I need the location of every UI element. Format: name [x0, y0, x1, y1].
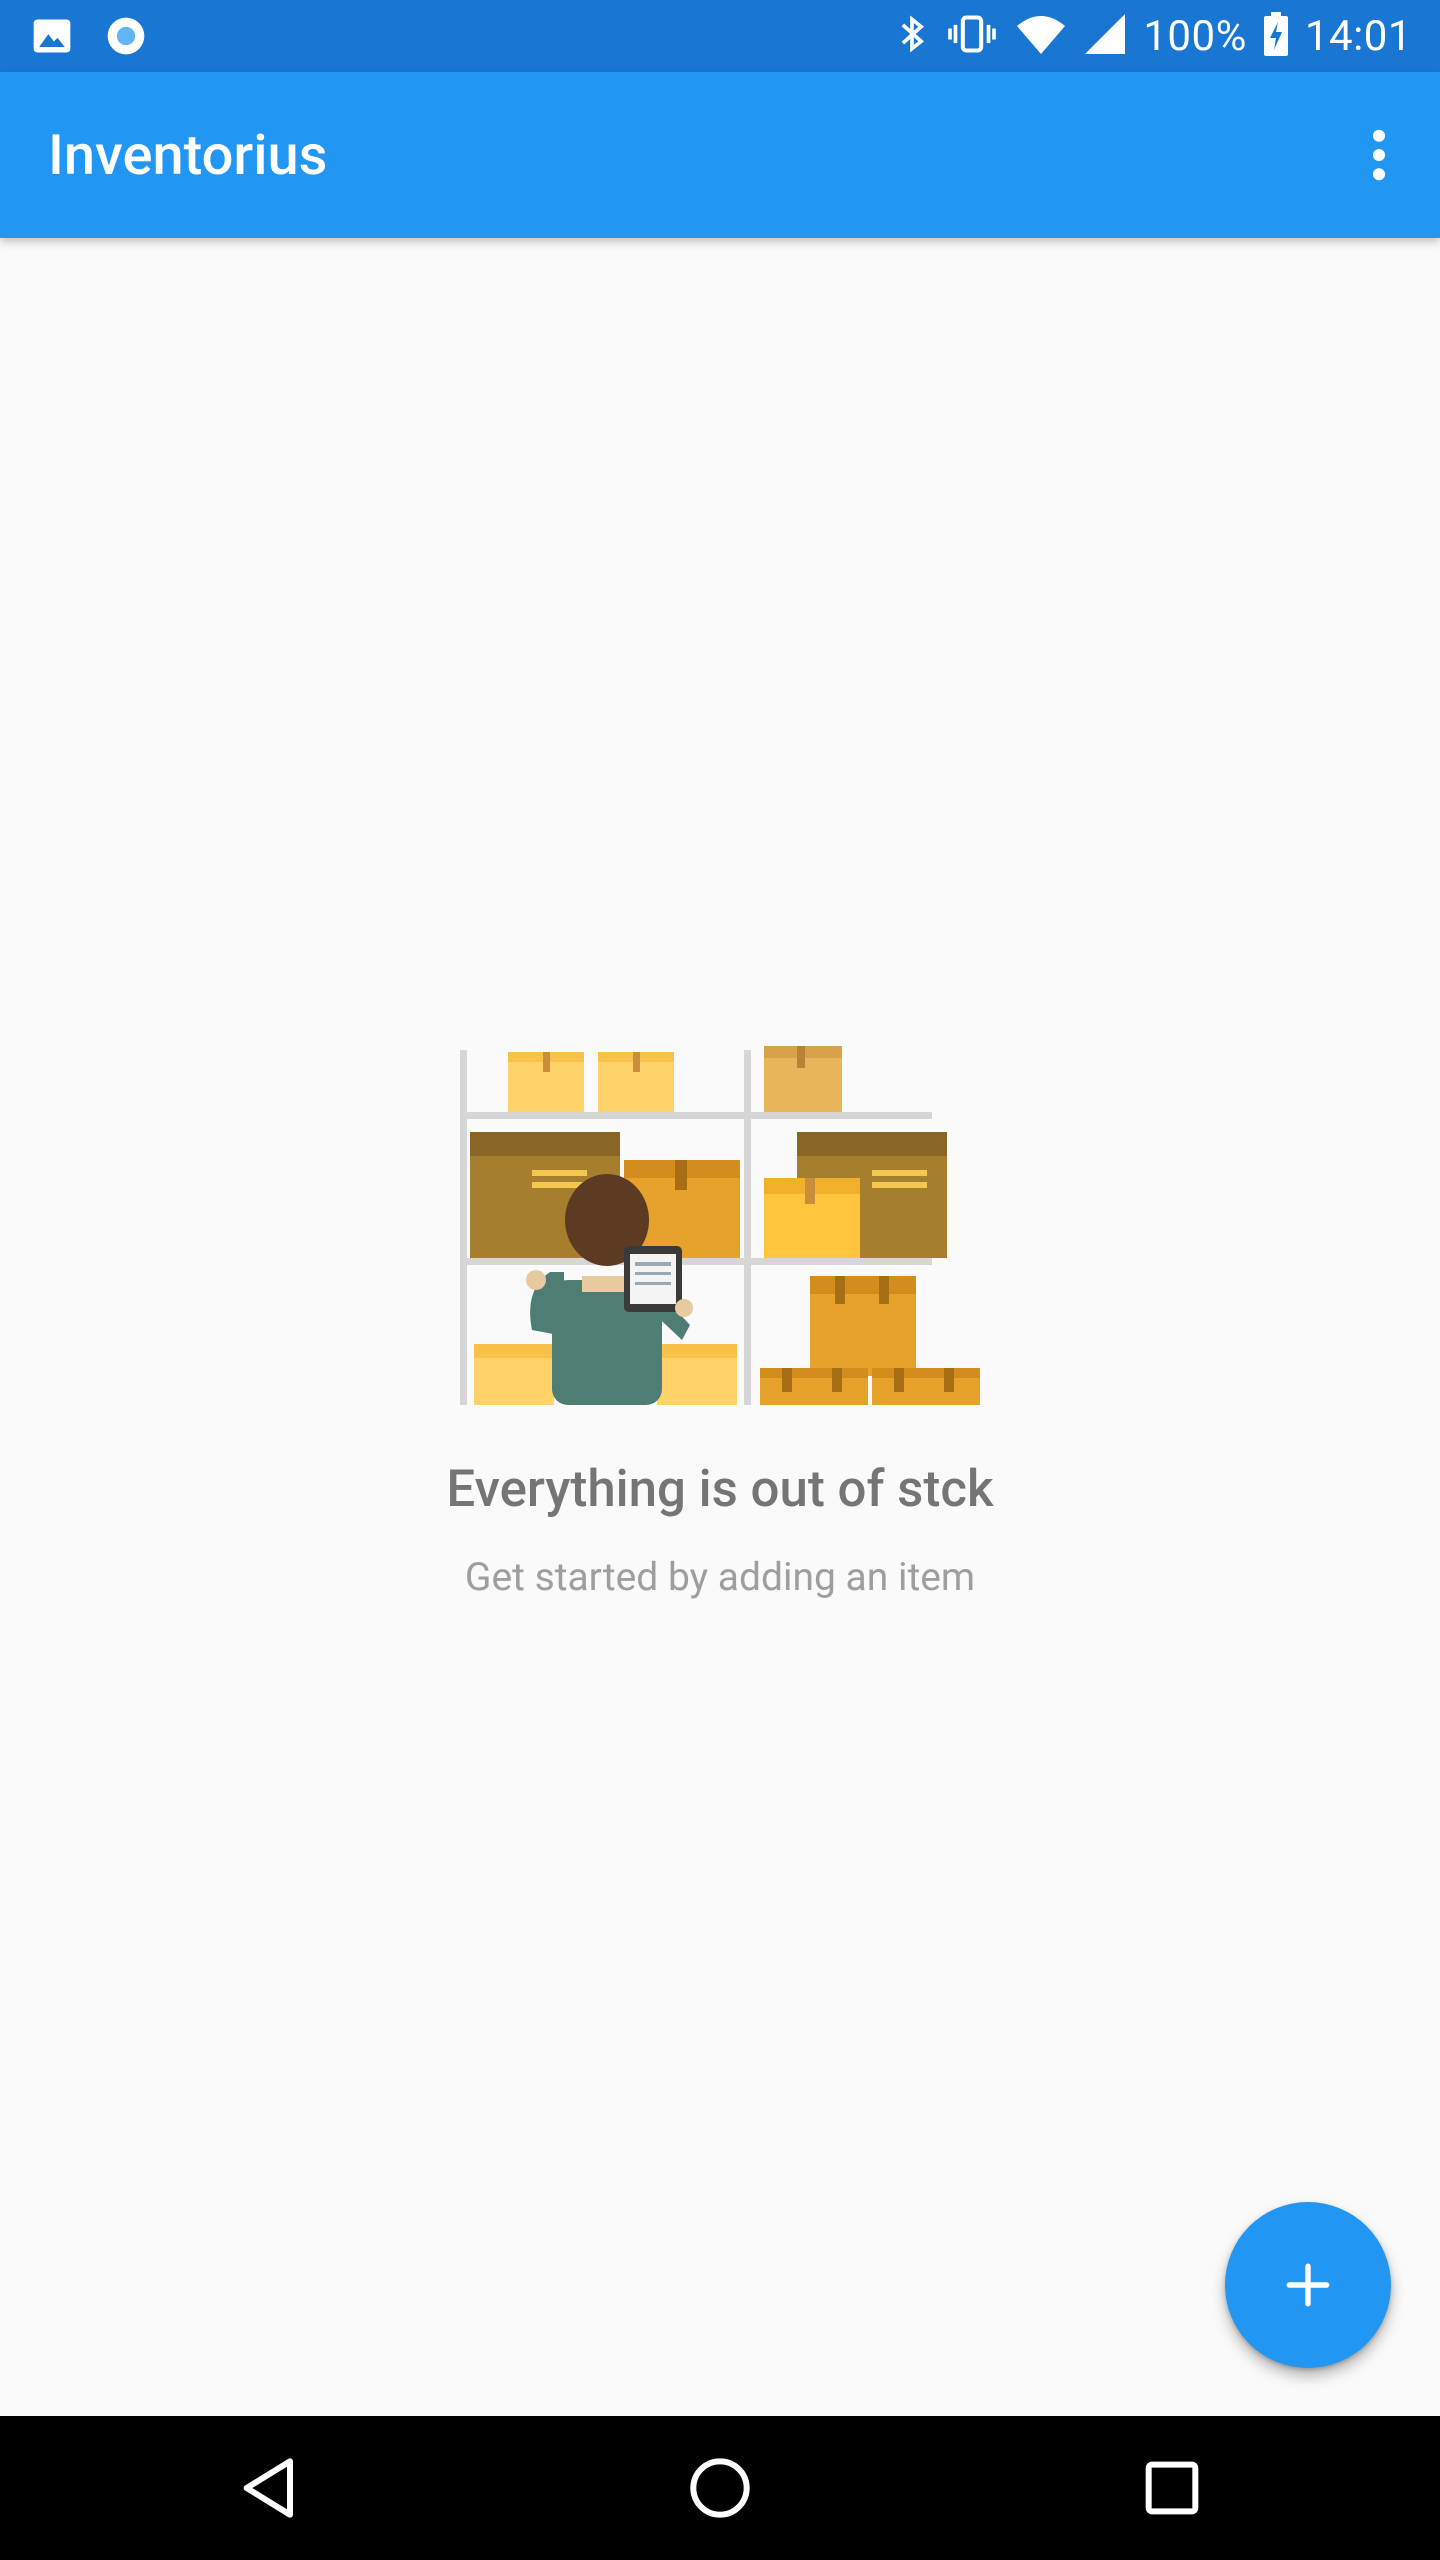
- app-bar: Inventorius: [0, 72, 1440, 238]
- record-icon: [104, 14, 148, 62]
- warehouse-shelves-illustration: [452, 1040, 992, 1410]
- signal-icon: [1083, 12, 1127, 60]
- back-icon[interactable]: [230, 2448, 310, 2528]
- notification-icons: [30, 14, 148, 62]
- clock: 14:01: [1304, 11, 1412, 61]
- wifi-icon: [1015, 12, 1067, 60]
- status-bar: 100% 14:01: [0, 0, 1440, 72]
- add-icon: [1286, 2263, 1330, 2307]
- more-vert-icon[interactable]: [1346, 122, 1412, 188]
- recents-icon[interactable]: [1132, 2448, 1212, 2528]
- system-status: 100% 14:01: [895, 0, 1412, 72]
- bluetooth-icon: [895, 12, 929, 60]
- empty-state-subtitle: Get started by adding an item: [464, 1554, 976, 1600]
- battery-percent: 100%: [1143, 11, 1247, 61]
- empty-state-title: Everything is out of stck: [446, 1460, 994, 1519]
- home-icon[interactable]: [680, 2448, 760, 2528]
- system-nav-bar: [0, 2416, 1440, 2560]
- app-title: Inventorius: [48, 122, 328, 188]
- battery-icon: [1263, 12, 1289, 60]
- add-item-button[interactable]: [1225, 2202, 1391, 2368]
- vibrate-icon: [945, 12, 999, 60]
- image-icon: [30, 14, 74, 62]
